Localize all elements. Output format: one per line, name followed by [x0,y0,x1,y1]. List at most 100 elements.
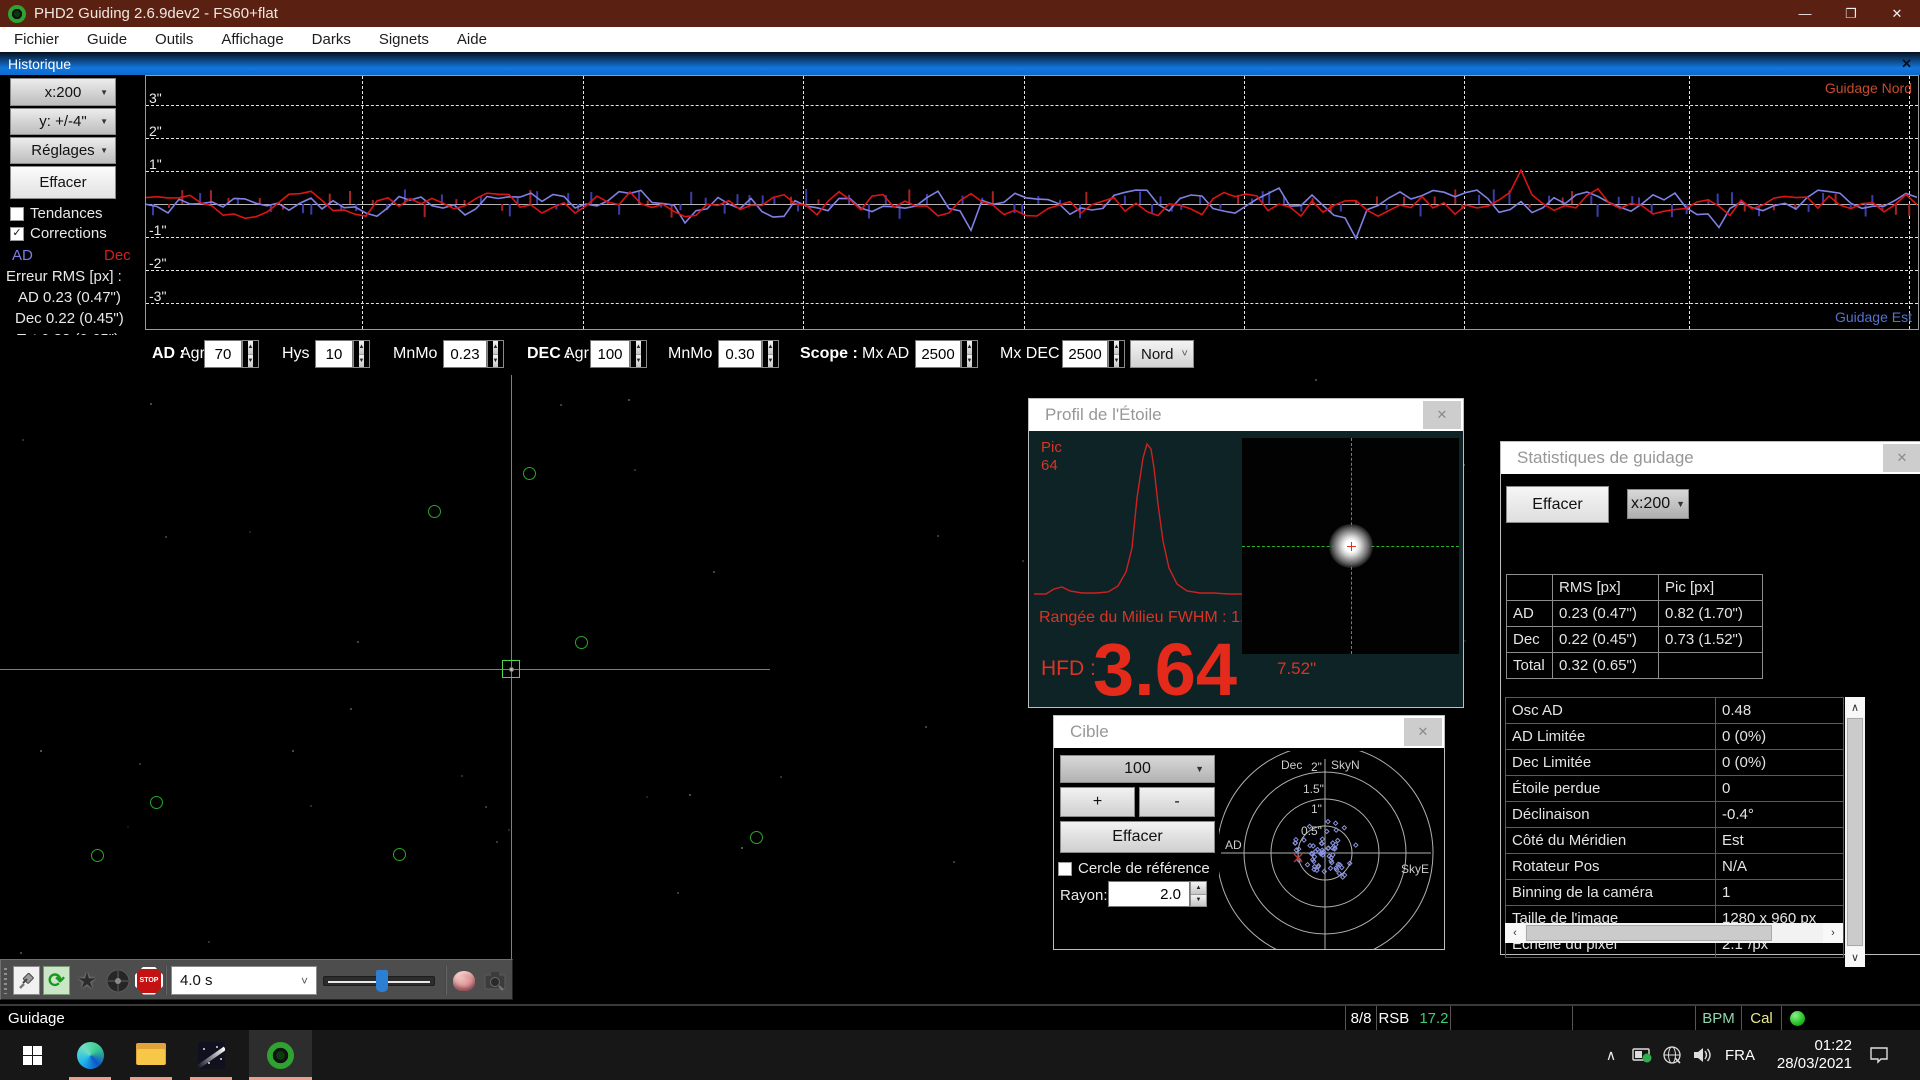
exposure-duration-dropdown[interactable]: 4.0 s ˅ [171,966,317,995]
step-up-icon[interactable]: ▲ [768,341,774,355]
minimize-button[interactable]: — [1782,0,1828,27]
zoom-in-button[interactable]: + [1060,787,1135,817]
max-ra-input[interactable]: 2500 [915,340,961,368]
stats-scale-dropdown[interactable]: x:200 ▼ [1627,489,1689,519]
stop-button[interactable]: STOP [135,966,163,995]
radius-input[interactable]: 2.0 [1108,881,1190,907]
scroll-up-icon[interactable]: ∧ [1845,697,1865,717]
step-up-icon[interactable]: ▲ [248,341,254,355]
step-up-icon[interactable]: ▲ [967,341,973,355]
radius-stepper[interactable]: ▲ ▼ [1190,881,1207,907]
taskbar-explorer[interactable] [130,1030,172,1080]
advanced-settings-button[interactable] [451,966,477,995]
graph-xscale-dropdown[interactable]: x:200 ▼ [10,78,116,106]
ra-aggression-stepper[interactable]: ▲ ▼ [242,340,259,368]
toolbar-grip[interactable] [4,968,7,994]
step-down-icon[interactable]: ▼ [636,355,642,368]
loop-exposures-button[interactable]: ⟳ [43,966,70,995]
dec-aggression-input[interactable]: 100 [590,340,630,368]
dec-guide-mode-dropdown[interactable]: Nord ˅ [1130,340,1194,368]
vertical-scrollbar[interactable]: ∧ ∨ [1845,697,1865,967]
stats-clear-button[interactable]: Effacer [1506,486,1609,523]
step-up-icon[interactable]: ▲ [1191,882,1206,895]
dec-aggression-stepper[interactable]: ▲ ▼ [630,340,647,368]
guide-history-graph[interactable]: 3" 2" 1" -1" -2" -3" Guidage Nord Guidag… [145,75,1919,330]
step-down-icon[interactable]: ▼ [967,355,973,368]
menu-darks[interactable]: Darks [298,27,365,52]
taskbar-planetarium[interactable] [190,1030,232,1080]
close-button[interactable]: ✕ [1874,0,1920,27]
tray-volume[interactable] [1688,1030,1716,1080]
step-down-icon[interactable]: ▼ [248,355,254,368]
tray-overflow-chevron[interactable]: ∧ [1598,1030,1624,1080]
connect-equipment-button[interactable] [13,966,40,995]
zoom-out-button[interactable]: - [1139,787,1215,817]
star-profile-titlebar[interactable]: Profil de l'Étoile ✕ [1029,399,1463,431]
tray-language[interactable]: FRA [1720,1030,1760,1080]
corrections-checkbox-row[interactable]: ✓ Corrections [10,225,107,242]
graph-yscale-dropdown[interactable]: y: +/-4" ▼ [10,108,116,135]
slider-handle[interactable] [376,970,388,992]
max-dec-stepper[interactable]: ▲ ▼ [1108,340,1125,368]
menu-signets[interactable]: Signets [365,27,443,52]
maximize-button[interactable]: ❐ [1828,0,1874,27]
tray-pc-status[interactable] [1628,1030,1656,1080]
background-star [925,726,927,728]
taskbar-phd2[interactable] [249,1030,312,1080]
step-down-icon[interactable]: ▼ [359,355,365,368]
tray-clock[interactable]: 01:22 28/03/2021 [1766,1037,1852,1073]
menu-fichier[interactable]: Fichier [0,27,73,52]
menu-guide[interactable]: Guide [73,27,141,52]
step-down-icon[interactable]: ▼ [493,355,499,368]
step-up-icon[interactable]: ▲ [493,341,499,355]
ra-aggression-input[interactable]: 70 [204,340,242,368]
begin-guiding-button[interactable] [104,966,131,995]
menu-aide[interactable]: Aide [443,27,501,52]
taskbar-edge[interactable] [69,1030,111,1080]
stretch-slider[interactable] [323,976,435,986]
ra-minmove-input[interactable]: 0.23 [443,340,487,368]
camera-properties-button[interactable] [482,966,508,995]
step-down-icon[interactable]: ▼ [1114,355,1120,368]
start-button[interactable] [12,1030,52,1080]
close-icon[interactable]: ✕ [1423,401,1461,429]
close-icon[interactable]: ✕ [1404,718,1442,746]
history-close-icon[interactable]: ✕ [1901,56,1912,72]
correction-bar [1478,195,1480,204]
graph-clear-button[interactable]: Effacer [10,166,116,199]
scroll-down-icon[interactable]: ∨ [1845,947,1865,967]
trends-checkbox[interactable] [10,207,24,221]
step-up-icon[interactable]: ▲ [359,341,365,355]
scrollbar-thumb[interactable] [1526,925,1772,941]
guide-stats-titlebar[interactable]: Statistiques de guidage ✕ [1501,442,1920,474]
dec-minmove-input[interactable]: 0.30 [718,340,762,368]
corrections-checkbox[interactable]: ✓ [10,227,24,241]
max-ra-stepper[interactable]: ▲ ▼ [961,340,978,368]
reference-circle-row[interactable]: Cercle de référence [1058,860,1210,877]
scrollbar-thumb[interactable] [1847,718,1863,946]
horizontal-scrollbar[interactable]: ‹ › [1505,923,1843,943]
max-dec-input[interactable]: 2500 [1062,340,1108,368]
target-clear-button[interactable]: Effacer [1060,821,1215,853]
hysteresis-stepper[interactable]: ▲ ▼ [353,340,370,368]
graph-settings-dropdown[interactable]: Réglages ▼ [10,137,116,164]
step-down-icon[interactable]: ▼ [768,355,774,368]
action-center-button[interactable] [1862,1030,1896,1080]
target-titlebar[interactable]: Cible ✕ [1054,716,1444,748]
dec-minmove-stepper[interactable]: ▲ ▼ [762,340,779,368]
menu-outils[interactable]: Outils [141,27,207,52]
target-zoom-dropdown[interactable]: 100 ▼ [1060,755,1215,783]
step-up-icon[interactable]: ▲ [636,341,642,355]
scroll-left-icon[interactable]: ‹ [1505,923,1525,943]
hysteresis-input[interactable]: 10 [315,340,353,368]
step-up-icon[interactable]: ▲ [1114,341,1120,355]
trends-checkbox-row[interactable]: Tendances [10,205,103,222]
step-down-icon[interactable]: ▼ [1191,895,1206,907]
auto-select-star-button[interactable]: ★ [73,966,101,995]
scroll-right-icon[interactable]: › [1823,923,1843,943]
reference-circle-checkbox[interactable] [1058,862,1072,876]
tray-network[interactable] [1658,1030,1686,1080]
ra-minmove-stepper[interactable]: ▲ ▼ [487,340,504,368]
close-icon[interactable]: ✕ [1883,444,1920,472]
menu-affichage[interactable]: Affichage [207,27,297,52]
